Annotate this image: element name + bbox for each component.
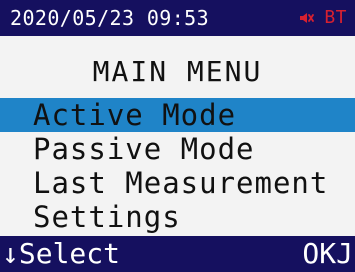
menu-item-passive-mode[interactable]: Passive Mode — [0, 132, 355, 166]
main-menu: Active Mode Passive Mode Last Measuremen… — [0, 98, 355, 234]
device-screen: 2020/05/23 09:53 BT MAIN MENU Active Mod… — [0, 0, 355, 272]
menu-item-settings[interactable]: Settings — [0, 200, 355, 234]
mute-icon — [300, 13, 315, 23]
select-softkey[interactable]: ↓Select — [2, 237, 120, 271]
menu-item-last-measurement[interactable]: Last Measurement — [0, 166, 355, 200]
softkey-bar: ↓Select OKJ — [0, 236, 355, 272]
ok-softkey[interactable]: OKJ — [302, 237, 353, 271]
datetime: 2020/05/23 09:53 — [10, 6, 210, 30]
page-title: MAIN MENU — [92, 55, 263, 88]
menu-item-active-mode[interactable]: Active Mode — [0, 98, 355, 132]
status-icons: BT — [298, 7, 347, 29]
status-bar: 2020/05/23 09:53 BT — [0, 0, 355, 36]
bluetooth-icon: BT — [324, 7, 347, 28]
